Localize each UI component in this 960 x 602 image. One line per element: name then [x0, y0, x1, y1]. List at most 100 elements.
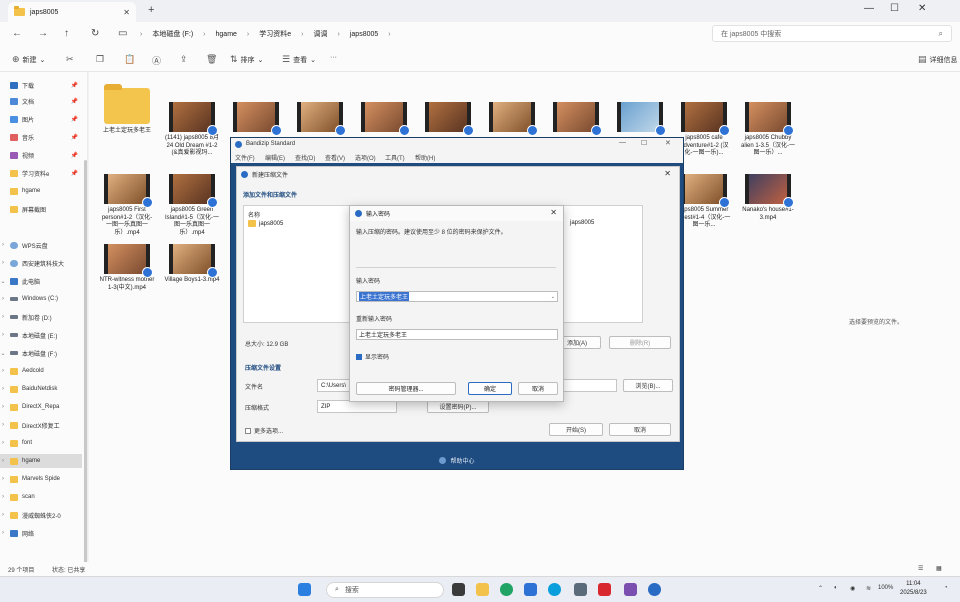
- sidebar-item-music[interactable]: 音乐 📌: [0, 130, 82, 144]
- remove-button[interactable]: 删除(R): [609, 336, 671, 349]
- close-icon[interactable]: ✕: [664, 169, 671, 178]
- file-item[interactable]: [228, 102, 284, 136]
- app-icon[interactable]: [574, 583, 587, 596]
- sidebar-item-marvels-spider[interactable]: › Marvels Spide: [0, 472, 82, 486]
- file-item[interactable]: [548, 102, 604, 136]
- sidebar-item-wps-cloud[interactable]: › WPS云盘: [0, 238, 82, 252]
- menu-find[interactable]: 查找(D): [295, 153, 315, 162]
- sidebar-item-hgame-pinned[interactable]: hgame: [0, 184, 82, 198]
- chevron-right-icon[interactable]: ›: [0, 296, 6, 302]
- paste-button[interactable]: 📋: [124, 54, 135, 65]
- maximize-icon[interactable]: ☐: [890, 3, 899, 14]
- refresh-icon[interactable]: ↻: [91, 28, 99, 39]
- chevron-right-icon[interactable]: ›: [0, 422, 6, 428]
- breadcrumb-item[interactable]: japs8005: [346, 31, 382, 38]
- sidebar-item-drive-c[interactable]: › Windows (C:): [0, 292, 82, 306]
- file-item[interactable]: Village Boys1-3.mp4: [164, 244, 220, 285]
- app-icon[interactable]: [548, 583, 561, 596]
- notification-icon[interactable]: ◔: [944, 585, 948, 591]
- file-item[interactable]: [484, 102, 540, 136]
- ok-button[interactable]: 确定: [468, 382, 512, 395]
- more-button[interactable]: ···: [330, 54, 337, 61]
- sidebar-item-baidunetdisk[interactable]: › BaiduNetdisk: [0, 382, 82, 396]
- file-item[interactable]: [420, 102, 476, 136]
- explorer-tab[interactable]: japs8005 ✕: [8, 2, 136, 22]
- up-icon[interactable]: ↑: [64, 28, 69, 39]
- forward-icon[interactable]: →: [38, 28, 48, 39]
- wifi-icon[interactable]: ≋: [866, 585, 871, 592]
- cut-button[interactable]: ✂: [66, 54, 74, 65]
- start-button[interactable]: 开始(S): [549, 423, 603, 436]
- sidebar-item-font[interactable]: › font: [0, 436, 82, 450]
- chevron-right-icon[interactable]: ›: [0, 530, 6, 536]
- chevron-right-icon[interactable]: ›: [0, 404, 6, 410]
- close-window-icon[interactable]: ✕: [918, 3, 926, 14]
- menu-view[interactable]: 查看(V): [325, 153, 345, 162]
- chevron-right-icon[interactable]: ›: [0, 368, 6, 374]
- column-header-name[interactable]: 名称: [248, 210, 260, 219]
- tray-icon[interactable]: ◉: [850, 585, 855, 592]
- close-icon[interactable]: ✕: [550, 208, 557, 217]
- app-icon[interactable]: [524, 583, 537, 596]
- details-view-icon[interactable]: ☰: [918, 565, 923, 572]
- file-item[interactable]: japs8005 cafe Adventure#1-2 (汉化-一图一乐)...: [676, 102, 732, 158]
- sidebar-item-xauat[interactable]: › 西安建筑科技大: [0, 256, 82, 270]
- file-item[interactable]: japs8005 Summer quest#1-4（汉化-一图一乐...: [676, 174, 732, 230]
- file-item[interactable]: NTR-witness mother 1-3(中文).mp4: [99, 244, 155, 292]
- view-button[interactable]: ☰ 查看 ⌄: [282, 54, 316, 65]
- sidebar-item-downloads[interactable]: 下载 📌: [0, 78, 82, 92]
- rename-button[interactable]: Ⓐ: [152, 54, 161, 67]
- sidebar-item-videos[interactable]: 视频 📌: [0, 148, 82, 162]
- bandizip-icon[interactable]: [648, 583, 661, 596]
- password-manager-button[interactable]: 密码管理器...: [356, 382, 456, 395]
- file-explorer-icon[interactable]: [476, 583, 489, 596]
- sidebar-item-drive-d[interactable]: › 新加卷 (D:): [0, 310, 82, 324]
- delete-button[interactable]: 🗑: [206, 54, 217, 65]
- chevron-down-icon[interactable]: ⌄: [551, 294, 555, 300]
- sidebar-item-directx-tool[interactable]: › DirectX修复工: [0, 418, 82, 432]
- app-icon[interactable]: [624, 583, 637, 596]
- sidebar-item-aedcold[interactable]: › Aedcold: [0, 364, 82, 378]
- help-center-link[interactable]: 帮助中心: [231, 450, 683, 470]
- taskbar-search[interactable]: ⌕ 搜索: [326, 582, 444, 598]
- sort-button[interactable]: ⇅ 排序 ⌄: [230, 54, 263, 65]
- sidebar-item-drive-f[interactable]: ⌄ 本地磁盘 (F:): [0, 346, 82, 360]
- minimize-icon[interactable]: —: [619, 139, 626, 146]
- edge-icon[interactable]: [500, 583, 513, 596]
- file-item[interactable]: [292, 102, 348, 136]
- chevron-right-icon[interactable]: ›: [0, 260, 6, 266]
- file-item[interactable]: japs8005 First person#1-2（汉化-一图一乐真图一乐）.m…: [99, 174, 155, 237]
- file-item[interactable]: 上老土定玩多老王: [99, 84, 155, 136]
- file-item[interactable]: Nanako's house#1-3.mp4: [740, 174, 796, 222]
- sidebar-item-screenshots[interactable]: 屏幕截图: [0, 202, 82, 216]
- file-item[interactable]: japs8005 Green Island#1-5（汉化-一图一乐真图一乐）.m…: [164, 174, 220, 237]
- search-input[interactable]: 在 japs8005 中搜索 ⌕: [712, 25, 952, 42]
- tab-close-icon[interactable]: ✕: [123, 8, 130, 17]
- sidebar-item-study[interactable]: 学习资料e 📌: [0, 166, 82, 180]
- sidebar-item-this-pc[interactable]: ⌄ 此电脑: [0, 274, 82, 288]
- browse-button[interactable]: 浏览(B)...: [623, 379, 673, 392]
- details-button[interactable]: ▤ 详细信息: [918, 54, 958, 65]
- share-button[interactable]: ⇪: [180, 54, 188, 65]
- tray-icon[interactable]: ◐: [834, 585, 838, 591]
- file-item[interactable]: [356, 102, 412, 136]
- thumbnail-view-icon[interactable]: ▦: [936, 565, 942, 572]
- checkbox-icon[interactable]: [245, 428, 251, 435]
- breadcrumb-item[interactable]: 调调: [310, 29, 332, 39]
- chevron-right-icon[interactable]: ›: [0, 458, 6, 464]
- password-input[interactable]: 上老土定玩多老王 ⌄: [356, 291, 558, 302]
- sidebar-item-scan[interactable]: › scan: [0, 490, 82, 504]
- more-options-checkbox[interactable]: 更多选项...: [245, 426, 283, 435]
- chevron-up-icon[interactable]: ⌃: [818, 585, 823, 592]
- sidebar-item-pictures[interactable]: 图片 📌: [0, 112, 82, 126]
- minimize-icon[interactable]: —: [864, 3, 874, 14]
- sidebar-item-directx-repair[interactable]: › DirectX_Repa: [0, 400, 82, 414]
- sidebar-item-network[interactable]: › 网络: [0, 526, 82, 540]
- sidebar-item-spiderman2[interactable]: › 漫威蜘蛛侠2-0: [0, 508, 82, 522]
- list-item[interactable]: japs8005: [248, 220, 283, 227]
- chevron-right-icon[interactable]: ›: [0, 314, 6, 320]
- battery-label[interactable]: 100%: [878, 585, 893, 591]
- sidebar-item-documents[interactable]: 文档 📌: [0, 94, 82, 108]
- sidebar-scrollbar[interactable]: [84, 160, 87, 602]
- sidebar-item-hgame[interactable]: › hgame: [0, 454, 82, 468]
